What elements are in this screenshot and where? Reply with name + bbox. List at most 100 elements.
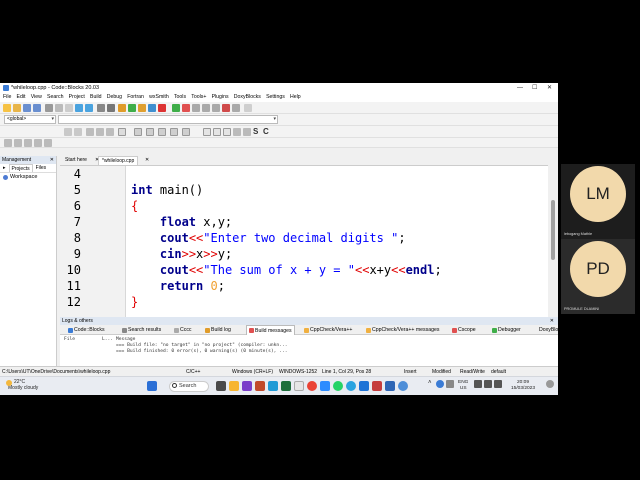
code-line[interactable]: cout<<"Enter two decimal digits ";: [131, 230, 406, 246]
column-line[interactable]: L...: [102, 337, 113, 343]
minimize-button[interactable]: —: [517, 83, 523, 93]
menu-help[interactable]: Help: [290, 93, 301, 102]
weather-widget[interactable]: 22°C Mostly cloudy: [6, 379, 38, 391]
tray-chevron-up-icon[interactable]: ˄: [428, 380, 432, 386]
copy-icon[interactable]: [55, 104, 63, 112]
code-line[interactable]: float x,y;: [131, 214, 232, 230]
nav-back-icon[interactable]: [64, 128, 72, 136]
file-explorer-icon[interactable]: [229, 381, 239, 391]
app-icon[interactable]: [372, 381, 382, 391]
open-folder-icon[interactable]: [13, 104, 21, 112]
debug-windows-icon[interactable]: [232, 104, 240, 112]
menu-fortran[interactable]: Fortran: [127, 93, 144, 102]
taskbar-search[interactable]: Search: [169, 381, 209, 392]
wifi-icon[interactable]: [474, 380, 482, 388]
maximize-button[interactable]: ☐: [532, 83, 537, 93]
stream-comment-icon[interactable]: [170, 128, 178, 136]
menu-wxsmith[interactable]: wxSmith: [149, 93, 169, 102]
code-line[interactable]: cin>>x>>y;: [131, 246, 232, 262]
find-prev-icon[interactable]: [233, 128, 241, 136]
log-row[interactable]: === Build finished: 0 error(s), 0 warnin…: [116, 349, 287, 355]
notepad-icon[interactable]: [294, 381, 304, 391]
start-windows-icon[interactable]: [147, 381, 157, 391]
new-file-icon[interactable]: [3, 104, 11, 112]
letter-c-icon[interactable]: C: [263, 128, 271, 136]
task-view-icon[interactable]: [216, 381, 226, 391]
battery-icon[interactable]: [494, 380, 502, 388]
menu-search[interactable]: Search: [47, 93, 63, 102]
step-icon[interactable]: [192, 104, 200, 112]
clock[interactable]: 20:09 15/03/2023: [511, 380, 535, 392]
rebuild-icon[interactable]: [148, 104, 156, 112]
info-icon[interactable]: [244, 104, 252, 112]
clear-icon[interactable]: [44, 139, 52, 147]
tab-search-results[interactable]: Search results: [122, 325, 161, 335]
replace-icon[interactable]: [107, 104, 115, 112]
toggle-comment-icon[interactable]: [158, 128, 166, 136]
toggle-bookmark-icon[interactable]: [86, 128, 94, 136]
code-line[interactable]: }: [131, 294, 138, 310]
close-button[interactable]: ✕: [547, 83, 552, 93]
highlight-icon[interactable]: [24, 139, 32, 147]
logs-close-icon[interactable]: ✕: [550, 317, 554, 325]
menu-view[interactable]: View: [31, 93, 42, 102]
code-line[interactable]: {: [131, 198, 138, 214]
tab-codeblocks-log[interactable]: Code::Blocks: [68, 325, 105, 335]
comment-icon[interactable]: [134, 128, 142, 136]
build-gear-icon[interactable]: [118, 104, 126, 112]
telegram-icon[interactable]: [346, 381, 356, 391]
box-comment-icon[interactable]: [182, 128, 190, 136]
menu-tools-plus[interactable]: Tools+: [191, 93, 206, 102]
whatsapp-icon[interactable]: [333, 381, 343, 391]
tab-cccc[interactable]: Cccc: [174, 325, 192, 335]
volume-icon[interactable]: [484, 380, 492, 388]
build-run-icon[interactable]: [138, 104, 146, 112]
tab-cscope[interactable]: Cscope: [452, 325, 476, 335]
nav-forward-icon[interactable]: [74, 128, 82, 136]
regex-icon[interactable]: [213, 128, 221, 136]
codeblocks-taskbar-icon[interactable]: [385, 381, 395, 391]
menu-project[interactable]: Project: [69, 93, 85, 102]
tab-files[interactable]: Files: [36, 164, 47, 172]
tab-build-messages[interactable]: Build messages: [246, 325, 295, 335]
step-out-icon[interactable]: [212, 104, 220, 112]
menu-debug[interactable]: Debug: [107, 93, 122, 102]
tab-whileloop[interactable]: *whileloop.cpp: [98, 156, 139, 165]
powerpoint-icon[interactable]: [255, 381, 265, 391]
management-close-icon[interactable]: ✕: [50, 156, 54, 164]
zoom-icon[interactable]: [320, 381, 330, 391]
code-line[interactable]: return 0;: [131, 278, 225, 294]
workspace-node[interactable]: Workspace: [0, 173, 56, 182]
paste-icon[interactable]: [65, 104, 73, 112]
menu-edit[interactable]: Edit: [17, 93, 26, 102]
menu-doxyblocks[interactable]: DoxyBlocks: [234, 93, 261, 102]
select-icon[interactable]: [34, 139, 42, 147]
code-line[interactable]: int main(): [131, 182, 203, 198]
app-icon[interactable]: [398, 381, 408, 391]
tab-start-here[interactable]: Start here: [62, 156, 90, 165]
column-file[interactable]: File: [64, 337, 75, 343]
onedrive-icon[interactable]: [436, 380, 444, 388]
tab-projects-arrow-icon[interactable]: ▸: [3, 164, 6, 172]
language-indicator[interactable]: ENG US: [458, 380, 468, 392]
menu-plugins[interactable]: Plugins: [212, 93, 229, 102]
prev-bookmark-icon[interactable]: [96, 128, 104, 136]
cut-icon[interactable]: [45, 104, 53, 112]
letter-s-icon[interactable]: S: [253, 128, 261, 136]
debug-icon[interactable]: [172, 104, 180, 112]
participant-tile[interactable]: PD PROMULE DLAMINI: [561, 239, 635, 314]
save-icon[interactable]: [23, 104, 31, 112]
scrollbar-thumb[interactable]: [551, 200, 555, 260]
printer-icon[interactable]: [446, 380, 454, 388]
tab-build-log[interactable]: Build log: [205, 325, 231, 335]
participant-tile[interactable]: LM lebogang Mathle: [561, 164, 635, 239]
menu-tools[interactable]: Tools: [174, 93, 186, 102]
edge-icon[interactable]: [268, 381, 278, 391]
tab-debugger[interactable]: Debugger: [492, 325, 521, 335]
whole-word-icon[interactable]: [223, 128, 231, 136]
find-next-icon[interactable]: [243, 128, 251, 136]
search-back-icon[interactable]: [4, 139, 12, 147]
step-into-icon[interactable]: [202, 104, 210, 112]
tab-projects[interactable]: Projects: [8, 164, 33, 172]
tab-cppcheck-vera-messages[interactable]: CppCheck/Vera++ messages: [366, 325, 439, 335]
